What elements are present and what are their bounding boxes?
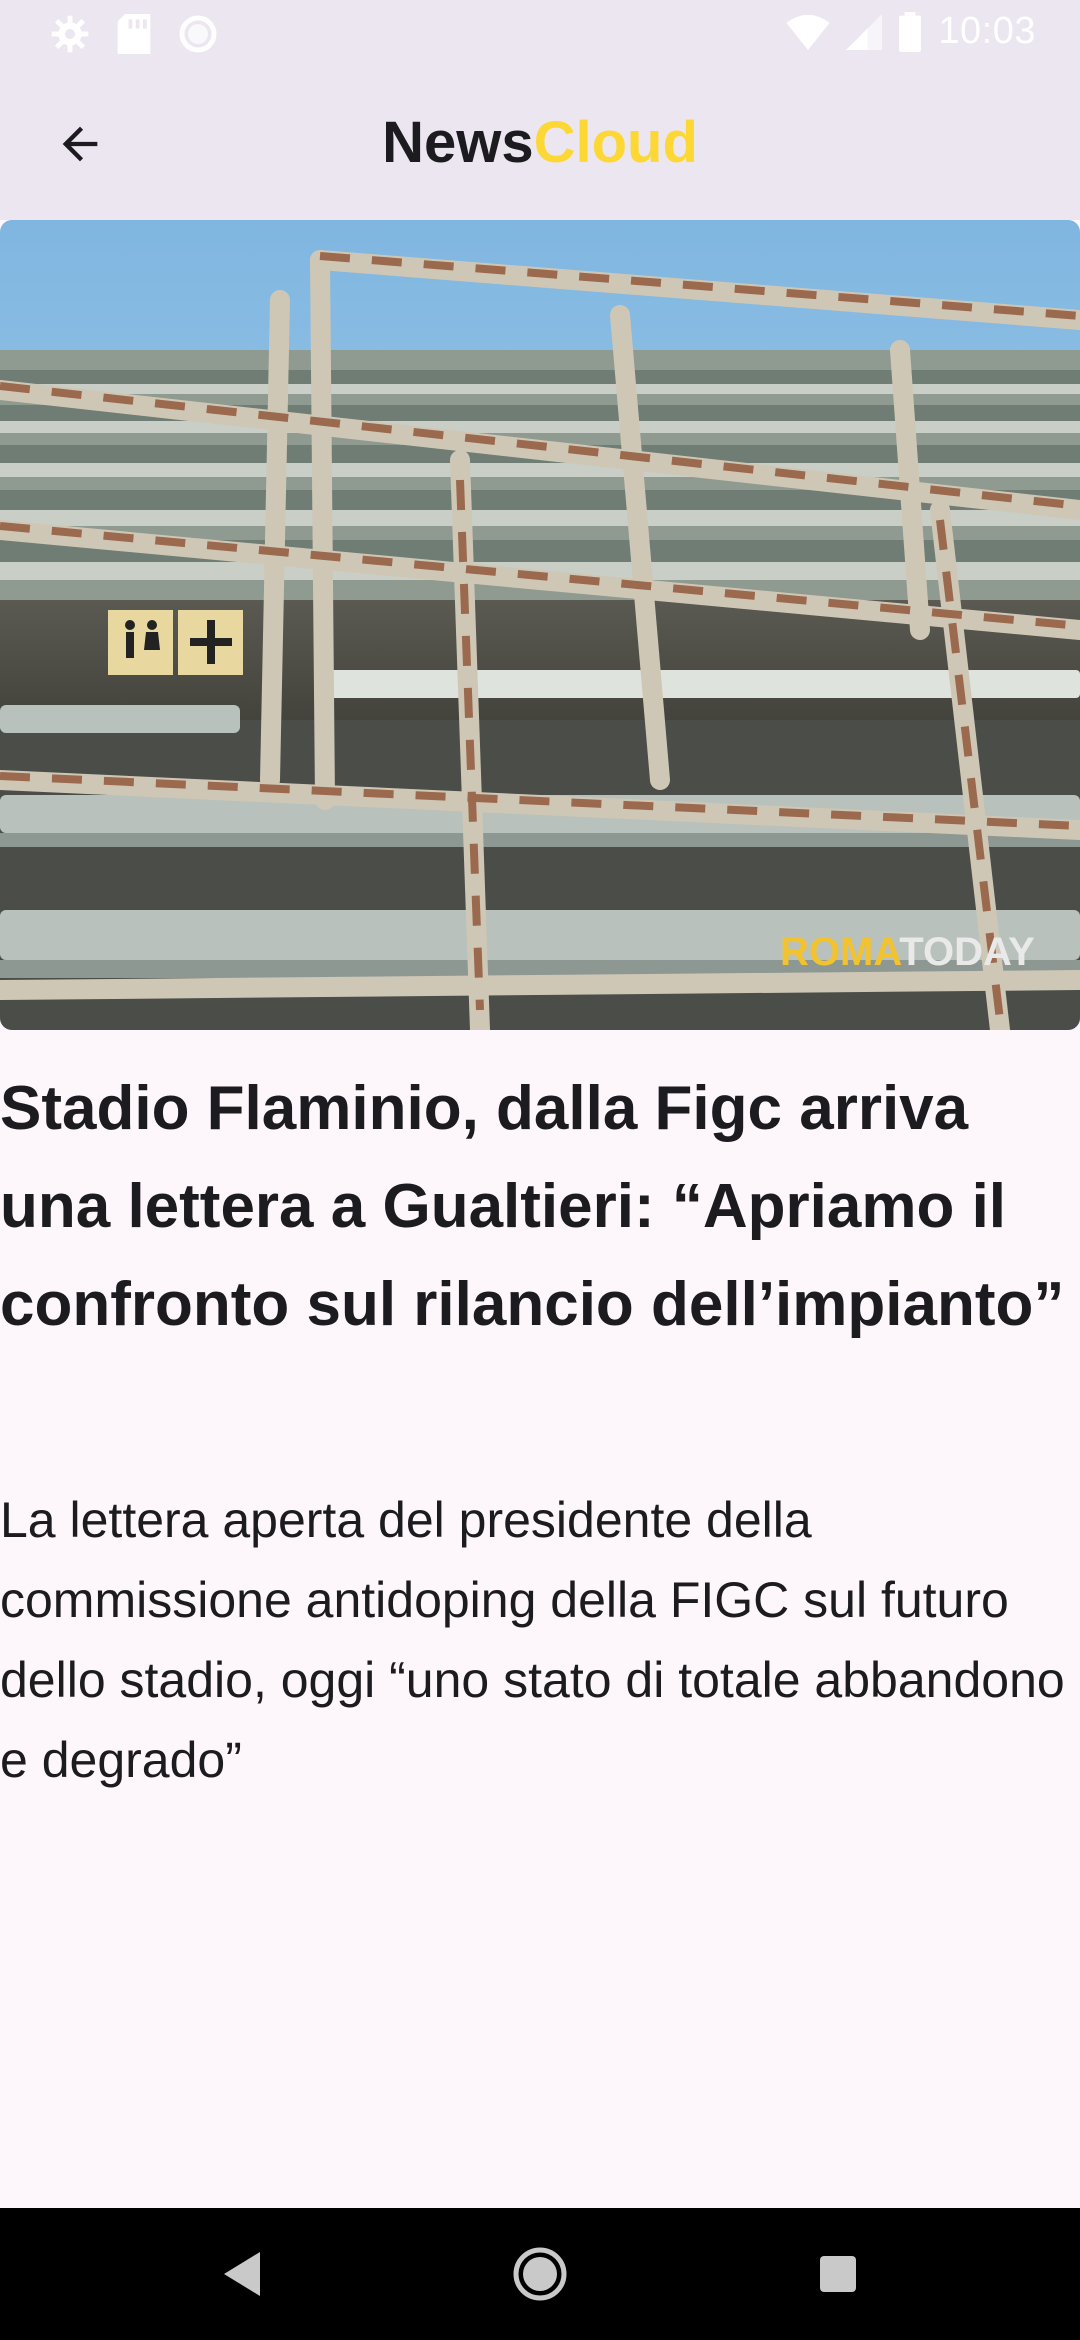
status-time: 10:03 — [938, 10, 1036, 52]
recents-square-icon[interactable] — [808, 2244, 868, 2304]
status-right-icons: 10:03 — [786, 10, 1036, 53]
app-title: NewsCloud — [0, 108, 1080, 178]
watermark-roma: ROMA — [780, 930, 901, 974]
app-title-cloud: Cloud — [533, 110, 698, 175]
gear-icon — [51, 15, 89, 53]
home-circle-icon[interactable] — [510, 2244, 570, 2304]
wifi-icon — [786, 14, 831, 50]
watermark-today: TODAY — [899, 930, 1035, 974]
article-image: ROMATODAY — [0, 220, 1080, 1030]
app-title-news: News — [382, 110, 534, 175]
status-bar: 10:03 — [0, 0, 1080, 68]
circle-icon — [179, 15, 217, 53]
battery-icon — [899, 11, 922, 52]
signal-icon — [846, 13, 883, 50]
app-bar: NewsCloud — [0, 68, 1080, 220]
article-headline: Stadio Flaminio, dalla Figc arriva una l… — [0, 1074, 1065, 1339]
svg-text:ROMATODAY: ROMATODAY — [780, 930, 1035, 974]
sd-card-icon — [117, 14, 151, 54]
back-triangle-icon[interactable] — [212, 2244, 272, 2304]
stadium-photo: ROMATODAY — [0, 220, 1080, 1030]
system-nav-bar — [0, 2208, 1080, 2340]
article-summary: La lettera aperta del presidente della c… — [0, 1492, 1065, 1788]
status-left-icons — [50, 14, 218, 54]
